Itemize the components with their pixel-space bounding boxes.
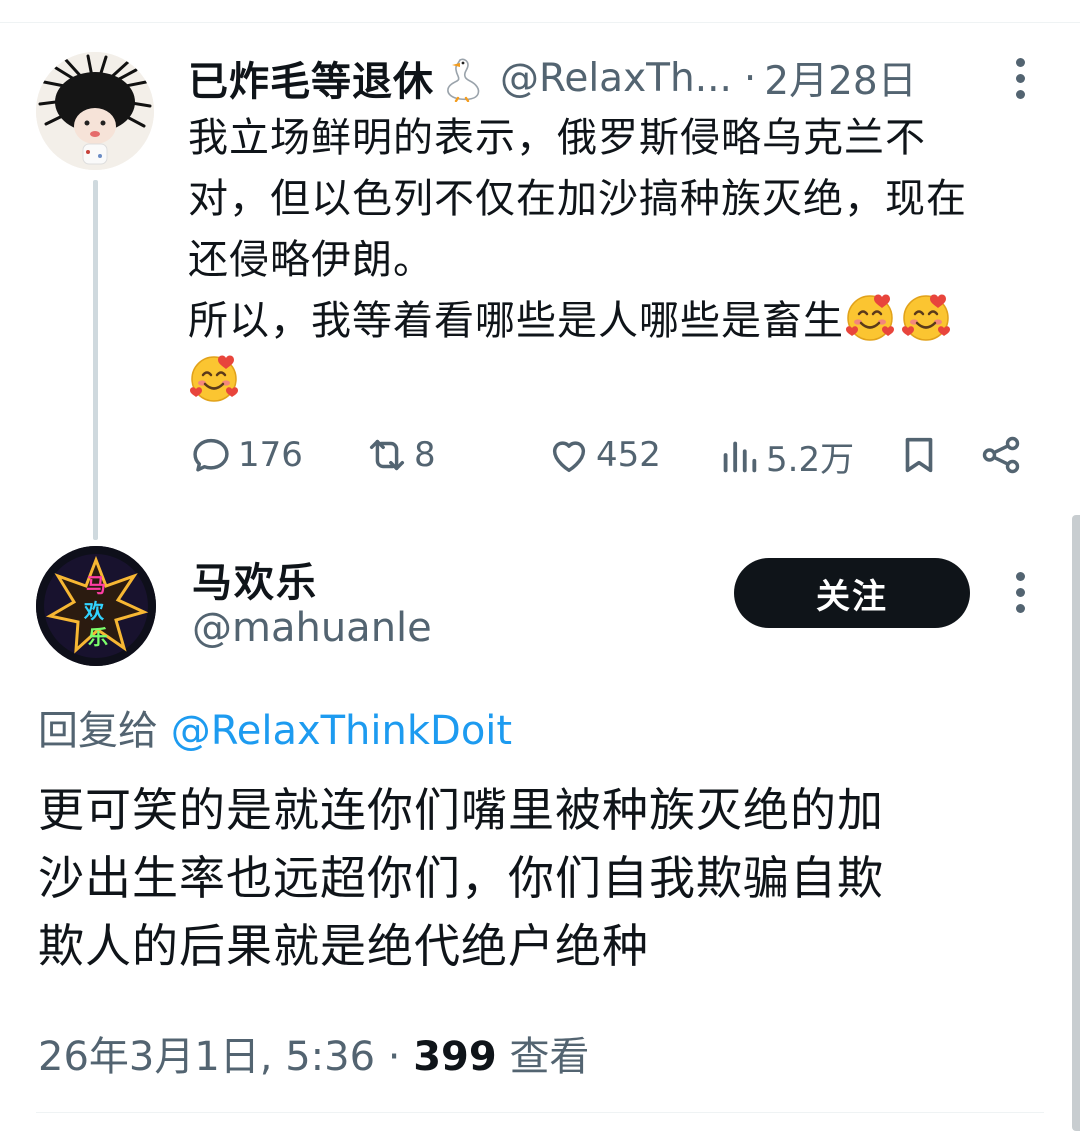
reply-button[interactable]: 176 (188, 432, 303, 478)
smiling-face-with-hearts-emoji (188, 353, 240, 405)
parent-tweet-date[interactable]: 2月28日 (764, 50, 916, 106)
reply-meta: 26年3月1日, 5:36 · 399 查看 (38, 1024, 589, 1082)
like-icon (552, 441, 586, 473)
reply-text-line: 更可笑的是就连你们嘴里被种族灭绝的加 (38, 783, 884, 837)
reply-author-name[interactable]: 马欢乐 (192, 550, 318, 608)
parent-author-name[interactable]: 已炸毛等退休 (188, 49, 434, 107)
reply-tweet-text: 更可笑的是就连你们嘴里被种族灭绝的加 沙出生率也远超你们，你们自我欺骗自欺 欺人… (38, 776, 1038, 980)
reply-view-count: 399 (413, 1034, 497, 1080)
goose-emoji (447, 58, 480, 102)
smiling-face-with-hearts-emoji (900, 292, 952, 344)
parent-text-line: 对，但以色列不仅在加沙搞种族灭绝，现在 (188, 176, 967, 222)
reply-to-line: 回复给 @RelaxThinkDoit (38, 698, 512, 756)
reply-text-line: 沙出生率也远超你们，你们自我欺骗自欺 (38, 851, 884, 905)
parent-emoji-line (188, 352, 1048, 413)
scrollbar-thumb[interactable] (1072, 515, 1080, 1131)
reply-view-label: 查看 (509, 1034, 590, 1080)
reply-count: 176 (238, 435, 303, 475)
reply-icon (193, 438, 229, 472)
reply-mention-link[interactable]: @RelaxThinkDoit (171, 708, 512, 754)
meta-separator: · (387, 1034, 401, 1080)
parent-more-icon[interactable] (1008, 58, 1032, 100)
thread-connector-line (93, 180, 98, 540)
top-divider (0, 22, 1080, 23)
parent-tweet-text: 我立场鲜明的表示，俄罗斯侵略乌克兰不 对，但以色列不仅在加沙搞种族灭绝，现在 还… (188, 108, 1048, 413)
like-button[interactable]: 452 (546, 432, 661, 478)
views-button[interactable]: 5.2万 (716, 432, 854, 481)
views-icon (723, 441, 757, 472)
parent-author-handle[interactable]: @RelaxTh... (500, 56, 732, 101)
svg-text:欢: 欢 (83, 599, 105, 623)
svg-text:乐: 乐 (88, 625, 108, 649)
follow-button[interactable]: 关注 (734, 558, 970, 628)
reply-prefix: 回复给 (38, 708, 158, 754)
like-count: 452 (596, 435, 661, 475)
reply-text-line: 欺人的后果就是绝代绝户绝种 (38, 919, 649, 973)
reply-timestamp[interactable]: 26年3月1日, 5:36 (38, 1034, 375, 1080)
repost-button[interactable]: 8 (364, 432, 436, 478)
repost-count: 8 (414, 435, 436, 475)
parent-text-line: 所以，我等着看哪些是人哪些是畜生 (188, 298, 844, 344)
parent-text-line: 还侵略伊朗。 (188, 237, 434, 283)
bottom-divider (36, 1112, 1044, 1113)
views-count: 5.2万 (766, 440, 855, 480)
svg-text:马: 马 (86, 573, 106, 597)
parent-author-avatar[interactable] (36, 52, 154, 170)
bookmark-icon (905, 437, 933, 473)
parent-tweet-header: 已炸毛等退休 @RelaxTh... · 2月28日 (188, 49, 917, 107)
parent-action-bar: 176 8 452 5.2万 (188, 432, 1028, 482)
parent-text-line-with-emoji: 所以，我等着看哪些是人哪些是畜生 (188, 291, 1048, 352)
reply-more-icon[interactable] (1008, 572, 1032, 614)
share-icon (982, 436, 1020, 474)
repost-icon (369, 439, 405, 471)
parent-text-line: 我立场鲜明的表示，俄罗斯侵略乌克兰不 (188, 115, 926, 161)
smiling-face-with-hearts-emoji (844, 292, 896, 344)
share-button[interactable] (978, 432, 1028, 478)
reply-author-avatar[interactable]: 马 欢 乐 (36, 546, 156, 666)
reply-author-handle[interactable]: @mahuanle (192, 605, 432, 651)
header-separator: · (743, 55, 757, 101)
bookmark-button[interactable] (896, 432, 946, 478)
